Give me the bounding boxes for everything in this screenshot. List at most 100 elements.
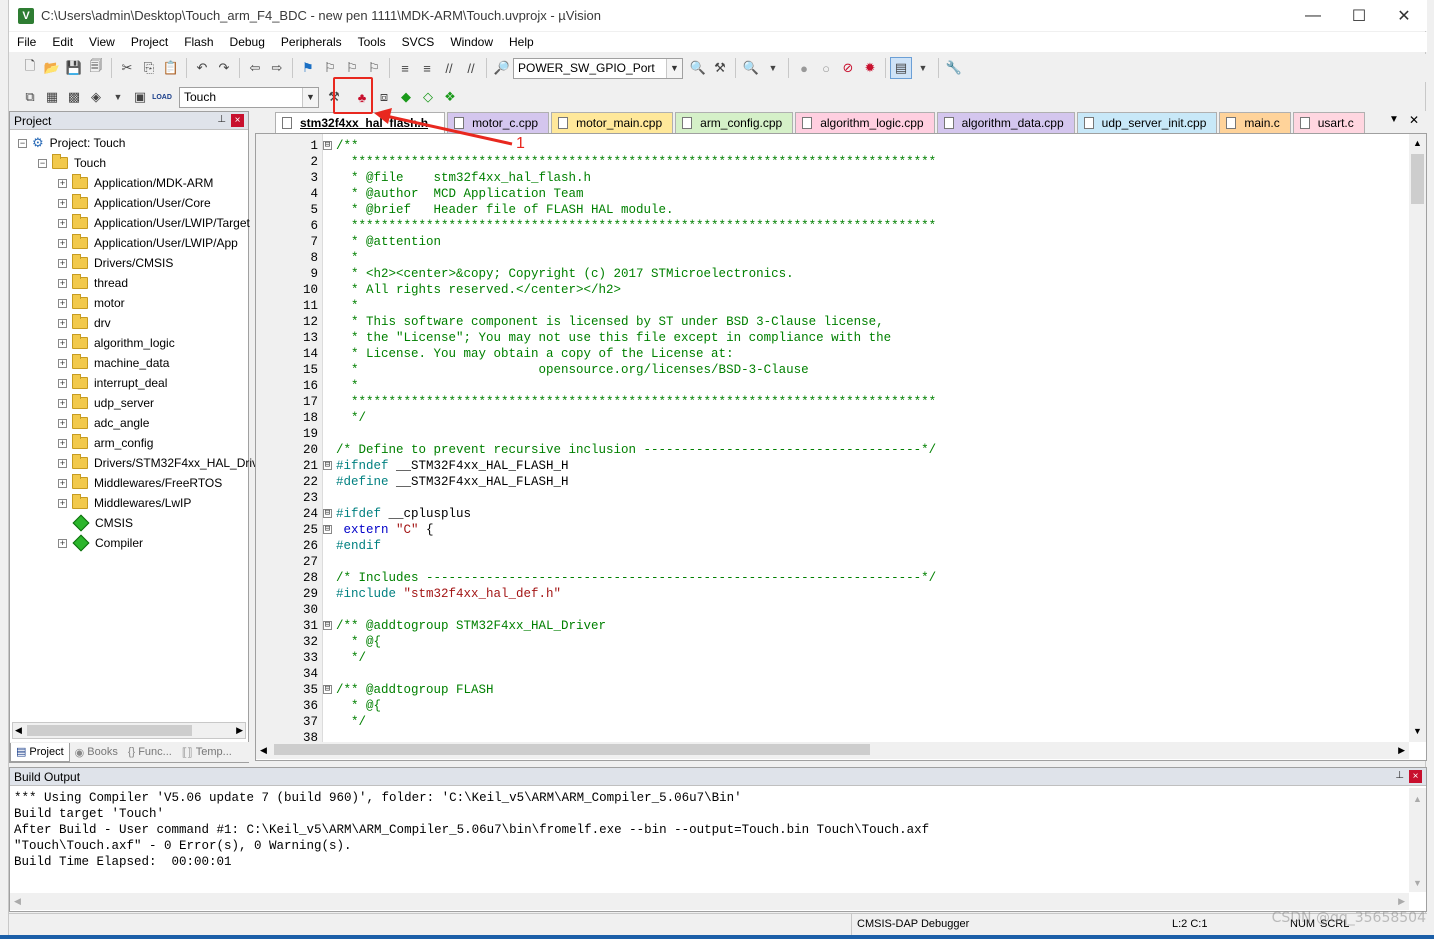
- menu-project[interactable]: Project: [123, 35, 176, 49]
- save-icon[interactable]: 💾: [63, 57, 85, 79]
- find-combo[interactable]: POWER_SW_GPIO_Port ▼: [513, 57, 683, 79]
- disable-breakpoint-icon[interactable]: ○: [815, 57, 837, 79]
- expand-icon[interactable]: +: [58, 358, 67, 368]
- file-tab[interactable]: algorithm_logic.cpp: [795, 112, 935, 133]
- tree-hscrollbar[interactable]: ◀ ▶: [12, 722, 246, 739]
- file-tab[interactable]: stm32f4xx_hal_flash.h: [275, 112, 446, 133]
- tree-group[interactable]: + Application/User/LWIP/App: [58, 233, 238, 253]
- menu-debug[interactable]: Debug: [222, 35, 273, 49]
- expand-icon[interactable]: +: [58, 458, 67, 468]
- expand-icon[interactable]: +: [58, 398, 67, 408]
- layout-dropdown-icon[interactable]: ▼: [912, 57, 934, 79]
- close-tab-icon[interactable]: ✕: [1409, 113, 1419, 127]
- chevron-down-icon[interactable]: ▼: [666, 58, 682, 78]
- expand-icon[interactable]: +: [58, 238, 67, 248]
- bookmark-icon[interactable]: ⚑: [297, 57, 319, 79]
- tree-group[interactable]: + Application/User/Core: [58, 193, 211, 213]
- nav-back-icon[interactable]: ⇦: [244, 57, 266, 79]
- expand-icon[interactable]: +: [58, 538, 67, 548]
- fold-toggle-icon[interactable]: ⊟: [323, 141, 332, 150]
- window-layout-icon[interactable]: ▤: [890, 57, 912, 79]
- find-in-files-icon[interactable]: 🔎: [491, 57, 513, 79]
- redo-icon[interactable]: ↷: [213, 57, 235, 79]
- fold-toggle-icon[interactable]: ⊟: [323, 461, 332, 470]
- target-combo[interactable]: Touch ▼: [179, 86, 319, 108]
- build-vscrollbar[interactable]: ▲ ▼: [1409, 788, 1426, 892]
- code-editor[interactable]: 1 ⊟/** 2 *********************************…: [255, 133, 1427, 761]
- rebuild-icon[interactable]: ▩: [63, 86, 85, 108]
- nav-forward-icon[interactable]: ⇨: [266, 57, 288, 79]
- file-tab[interactable]: main.c: [1219, 112, 1291, 133]
- fold-toggle-icon[interactable]: ⊟: [323, 621, 332, 630]
- books-tab[interactable]: ◉ Books: [70, 743, 123, 762]
- project-tab[interactable]: ▤ Project: [10, 742, 70, 762]
- save-all-icon[interactable]: 🗐: [85, 57, 107, 79]
- expand-icon[interactable]: +: [58, 418, 67, 428]
- maximize-button[interactable]: ☐: [1336, 0, 1382, 31]
- file-tab[interactable]: udp_server_init.cpp: [1076, 112, 1218, 133]
- expand-icon[interactable]: +: [58, 478, 67, 488]
- build-hscrollbar[interactable]: ◀ ▶: [10, 893, 1409, 910]
- tree-group[interactable]: + drv: [58, 313, 111, 333]
- tree-group[interactable]: + adc_angle: [58, 413, 149, 433]
- cut-icon[interactable]: ✂: [116, 57, 138, 79]
- indent-icon[interactable]: ≡: [394, 57, 416, 79]
- expand-icon[interactable]: +: [58, 378, 67, 388]
- expand-icon[interactable]: +: [58, 318, 67, 328]
- stop-build-icon[interactable]: ▣: [129, 86, 151, 108]
- fold-toggle-icon[interactable]: ⊟: [323, 509, 332, 518]
- tree-group[interactable]: + Application/User/LWIP/Target: [58, 213, 250, 233]
- scroll-left-icon[interactable]: ◀: [260, 745, 267, 756]
- expand-icon[interactable]: +: [58, 338, 67, 348]
- kill-all-breakpoints-icon[interactable]: ✹: [859, 57, 881, 79]
- tree-group[interactable]: + udp_server: [58, 393, 154, 413]
- expand-icon[interactable]: +: [58, 298, 67, 308]
- rte-icon[interactable]: ❖: [439, 86, 461, 108]
- fold-toggle-icon[interactable]: ⊟: [323, 685, 332, 694]
- batch-build-icon[interactable]: ◈: [85, 86, 107, 108]
- tree-group[interactable]: + Drivers/CMSIS: [58, 253, 173, 273]
- prev-bookmark-icon[interactable]: ⚐: [319, 57, 341, 79]
- tree-group[interactable]: + motor: [58, 293, 125, 313]
- file-tab[interactable]: motor_c.cpp: [447, 112, 550, 133]
- tree-group[interactable]: + algorithm_logic: [58, 333, 175, 353]
- find-icon[interactable]: 🔍: [687, 57, 709, 79]
- debug-dropdown-icon[interactable]: ▼: [762, 57, 784, 79]
- tree-group[interactable]: + interrupt_deal: [58, 373, 167, 393]
- tree-group[interactable]: + machine_data: [58, 353, 169, 373]
- tree-group[interactable]: + Compiler: [58, 533, 143, 553]
- expand-icon[interactable]: +: [58, 438, 67, 448]
- configure-icon[interactable]: 🔧: [943, 57, 965, 79]
- clear-bookmarks-icon[interactable]: ⚐: [363, 57, 385, 79]
- pin-icon[interactable]: ⊥: [1395, 770, 1404, 781]
- menu-tools[interactable]: Tools: [350, 35, 394, 49]
- expand-icon[interactable]: +: [58, 218, 67, 228]
- batch-dropdown-icon[interactable]: ▼: [107, 86, 129, 108]
- editor-vscrollbar[interactable]: ▲ ▼: [1409, 134, 1426, 742]
- scroll-right-icon[interactable]: ▶: [236, 725, 243, 736]
- debug-session-icon[interactable]: 🔍: [740, 57, 762, 79]
- scroll-down-icon[interactable]: ▼: [1413, 878, 1422, 888]
- unindent-icon[interactable]: ≡: [416, 57, 438, 79]
- pack-installer-icon[interactable]: ◇: [417, 86, 439, 108]
- collapse-icon[interactable]: −: [38, 158, 47, 168]
- tree-group[interactable]: + thread: [58, 273, 128, 293]
- scroll-right-icon[interactable]: ▶: [1398, 896, 1405, 907]
- manage-components-icon[interactable]: ⧈: [373, 86, 395, 108]
- menu-svcs[interactable]: SVCS: [394, 35, 443, 49]
- scroll-up-icon[interactable]: ▲: [1413, 794, 1422, 804]
- tree-group[interactable]: + Middlewares/FreeRTOS: [58, 473, 222, 493]
- menu-view[interactable]: View: [81, 35, 123, 49]
- functions-tab[interactable]: {} Func...: [123, 743, 177, 762]
- scroll-left-icon[interactable]: ◀: [15, 725, 22, 736]
- file-tab[interactable]: motor_main.cpp: [551, 112, 674, 133]
- tree-target[interactable]: − Touch: [38, 153, 106, 173]
- menu-edit[interactable]: Edit: [44, 35, 81, 49]
- menu-help[interactable]: Help: [501, 35, 542, 49]
- tree-project-root[interactable]: − ⚙ Project: Touch: [18, 133, 125, 153]
- menu-flash[interactable]: Flash: [176, 35, 221, 49]
- open-file-icon[interactable]: 📂: [41, 57, 63, 79]
- translate-icon[interactable]: ⧉: [19, 86, 41, 108]
- editor-hscrollbar[interactable]: ◀ ▶: [256, 742, 1409, 759]
- build-icon[interactable]: ▦: [41, 86, 63, 108]
